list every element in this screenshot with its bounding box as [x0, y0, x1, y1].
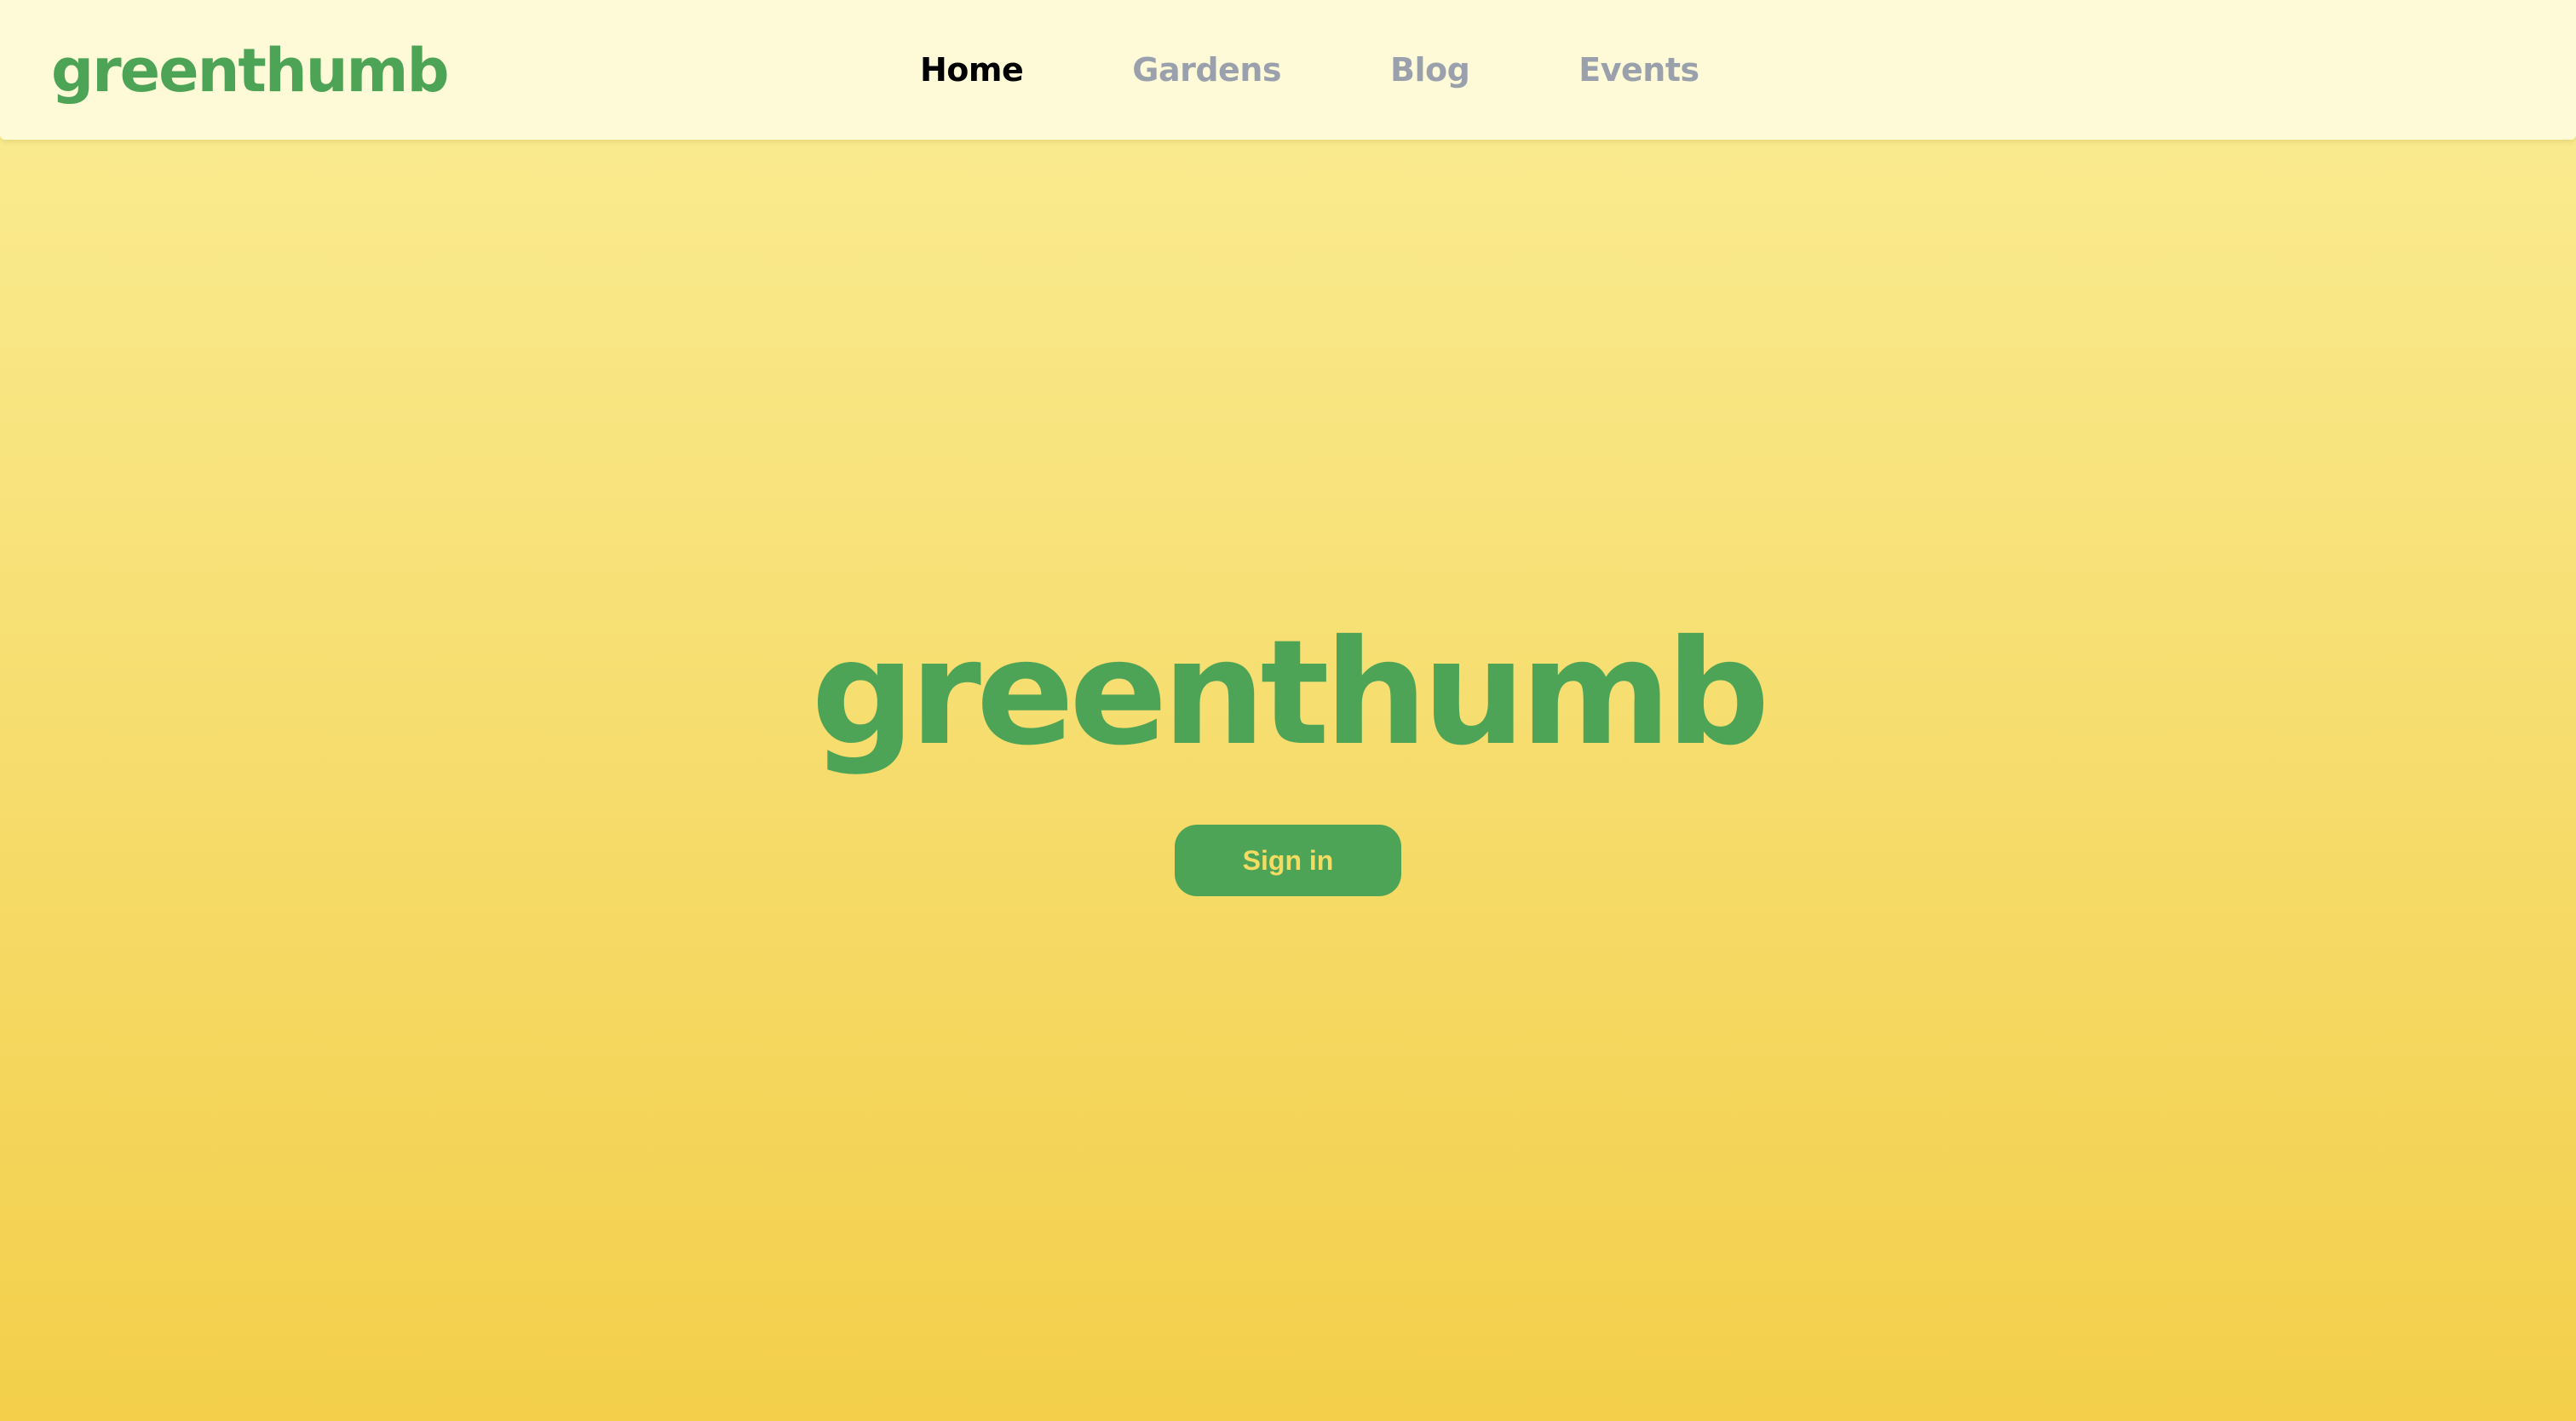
sign-in-button[interactable]: Sign in	[1175, 825, 1401, 896]
hero-title: greenthumb	[811, 608, 1769, 778]
nav-item-gardens[interactable]: Gardens	[1132, 34, 1281, 106]
main-nav: Home Gardens Blog Events	[920, 34, 1699, 106]
top-navigation-bar: greenthumb Home Gardens Blog Events	[0, 0, 2576, 140]
nav-item-home[interactable]: Home	[920, 34, 1024, 106]
brand-logo-link[interactable]: greenthumb	[51, 32, 450, 109]
nav-item-events[interactable]: Events	[1578, 34, 1699, 106]
nav-item-blog[interactable]: Blog	[1390, 34, 1470, 106]
